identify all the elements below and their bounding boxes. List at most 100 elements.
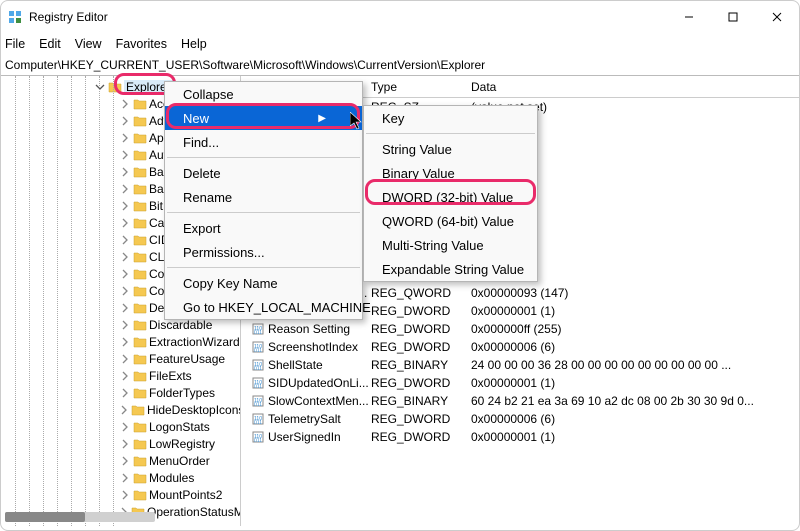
minimize-button[interactable] <box>667 1 711 33</box>
app-icon <box>7 9 23 25</box>
menu-edit[interactable]: Edit <box>39 37 61 51</box>
ctx-new-string[interactable]: String Value <box>364 137 537 161</box>
value-type: REG_BINARY <box>371 394 471 408</box>
list-row[interactable]: 110011SIDUpdatedOnLi...REG_DWORD0x000000… <box>241 374 799 392</box>
tree-item[interactable]: MenuOrder <box>1 452 240 469</box>
folder-icon <box>133 182 147 196</box>
ctx-find[interactable]: Find... <box>165 130 362 154</box>
chevron-right-icon[interactable] <box>119 183 131 195</box>
value-data: 60 24 b2 21 ea 3a 69 10 a2 dc 08 00 2b 3… <box>471 394 799 408</box>
chevron-right-icon[interactable] <box>119 438 131 450</box>
chevron-down-icon[interactable] <box>94 81 106 93</box>
chevron-right-icon[interactable] <box>119 387 131 399</box>
folder-icon <box>133 318 147 332</box>
ctx-new-expandable-string[interactable]: Expandable String Value <box>364 257 537 281</box>
chevron-right-icon[interactable] <box>119 285 131 297</box>
tree-item[interactable]: Modules <box>1 469 240 486</box>
menu-help[interactable]: Help <box>181 37 207 51</box>
ctx-new-key[interactable]: Key <box>364 106 537 130</box>
col-data[interactable]: Data <box>471 80 799 94</box>
folder-icon <box>108 80 122 94</box>
ctx-permissions[interactable]: Permissions... <box>165 240 362 264</box>
menu-view[interactable]: View <box>75 37 102 51</box>
reg-binary-icon: 110011 <box>251 358 265 372</box>
ctx-goto-hklm[interactable]: Go to HKEY_LOCAL_MACHINE <box>165 295 362 319</box>
folder-icon <box>133 369 147 383</box>
ctx-delete[interactable]: Delete <box>165 161 362 185</box>
ctx-new-binary[interactable]: Binary Value <box>364 161 537 185</box>
chevron-right-icon[interactable] <box>119 115 131 127</box>
ctx-copy-key-name[interactable]: Copy Key Name <box>165 271 362 295</box>
chevron-right-icon[interactable] <box>119 98 131 110</box>
tree-item[interactable]: LogonStats <box>1 418 240 435</box>
col-type[interactable]: Type <box>371 80 471 94</box>
folder-icon <box>133 199 147 213</box>
ctx-new-multi-string[interactable]: Multi-String Value <box>364 233 537 257</box>
maximize-button[interactable] <box>711 1 755 33</box>
folder-icon <box>133 386 147 400</box>
close-button[interactable] <box>755 1 799 33</box>
tree-item[interactable]: FolderTypes <box>1 384 240 401</box>
value-data: 0x000000ff (255) <box>471 322 799 336</box>
tree-item[interactable]: ExtractionWizard <box>1 333 240 350</box>
folder-icon <box>133 420 147 434</box>
chevron-right-icon[interactable] <box>119 234 131 246</box>
list-row[interactable]: 110011SlowContextMen...REG_BINARY60 24 b… <box>241 392 799 410</box>
value-name: TelemetrySalt <box>268 412 341 426</box>
folder-icon <box>133 131 147 145</box>
menu-favorites[interactable]: Favorites <box>116 37 167 51</box>
svg-text:011: 011 <box>254 438 262 444</box>
folder-icon <box>133 250 147 264</box>
separator <box>167 212 360 213</box>
ctx-export[interactable]: Export <box>165 216 362 240</box>
value-type: REG_DWORD <box>371 376 471 390</box>
separator <box>167 157 360 158</box>
ctx-new[interactable]: New▶ <box>165 106 362 130</box>
chevron-right-icon[interactable] <box>119 336 131 348</box>
chevron-right-icon[interactable] <box>119 319 131 331</box>
tree-item[interactable]: HideDesktopIcons <box>1 401 240 418</box>
list-row[interactable]: 110011TelemetrySaltREG_DWORD0x00000006 (… <box>241 410 799 428</box>
chevron-right-icon[interactable] <box>119 370 131 382</box>
tree-item[interactable]: FileExts <box>1 367 240 384</box>
folder-icon <box>133 352 147 366</box>
list-row[interactable]: 110011UserSignedInREG_DWORD0x00000001 (1… <box>241 428 799 446</box>
ctx-collapse[interactable]: Collapse <box>165 82 362 106</box>
chevron-right-icon[interactable] <box>119 251 131 263</box>
chevron-right-icon[interactable] <box>119 455 131 467</box>
chevron-right-icon[interactable] <box>119 472 131 484</box>
chevron-right-icon[interactable] <box>119 489 131 501</box>
menu-file[interactable]: File <box>5 37 25 51</box>
ctx-rename[interactable]: Rename <box>165 185 362 209</box>
chevron-right-icon[interactable] <box>119 132 131 144</box>
reg-binary-icon: 110011 <box>251 394 265 408</box>
folder-icon <box>133 114 147 128</box>
tree-item[interactable]: LowRegistry <box>1 435 240 452</box>
chevron-right-icon[interactable] <box>119 353 131 365</box>
chevron-right-icon[interactable] <box>119 149 131 161</box>
folder-icon <box>131 403 145 417</box>
chevron-right-icon[interactable] <box>119 200 131 212</box>
list-row[interactable]: 110011Reason SettingREG_DWORD0x000000ff … <box>241 320 799 338</box>
ctx-new-qword[interactable]: QWORD (64-bit) Value <box>364 209 537 233</box>
chevron-right-icon[interactable] <box>119 217 131 229</box>
chevron-right-icon[interactable] <box>119 421 131 433</box>
reg-binary-icon: 110011 <box>251 322 265 336</box>
tree-item[interactable]: FeatureUsage <box>1 350 240 367</box>
tree-scrollbar-horizontal[interactable] <box>5 512 155 522</box>
list-row[interactable]: 110011ScreenshotIndexREG_DWORD0x00000006… <box>241 338 799 356</box>
chevron-right-icon[interactable] <box>119 404 129 416</box>
tree-item[interactable]: MountPoints2 <box>1 486 240 503</box>
list-row[interactable]: 110011ShellStateREG_BINARY24 00 00 00 36… <box>241 356 799 374</box>
chevron-right-icon[interactable] <box>119 166 131 178</box>
value-name: Reason Setting <box>268 322 350 336</box>
ctx-new-dword[interactable]: DWORD (32-bit) Value <box>364 185 537 209</box>
value-name: ShellState <box>268 358 323 372</box>
value-name: SIDUpdatedOnLi... <box>268 376 369 390</box>
folder-icon <box>133 284 147 298</box>
tree-item-label: MountPoints2 <box>149 488 222 502</box>
chevron-right-icon[interactable] <box>119 302 131 314</box>
folder-icon <box>133 335 147 349</box>
chevron-right-icon[interactable] <box>119 268 131 280</box>
address-bar[interactable]: Computer\HKEY_CURRENT_USER\Software\Micr… <box>1 55 799 75</box>
